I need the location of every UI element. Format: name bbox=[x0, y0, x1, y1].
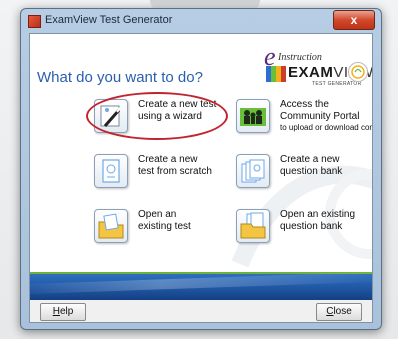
close-button[interactable]: Close bbox=[316, 303, 362, 321]
label-line: Open an existing bbox=[280, 209, 356, 220]
band-stripe bbox=[30, 271, 372, 295]
label-subtext: to upload or download content bbox=[280, 123, 373, 132]
lightbulb-icon bbox=[348, 62, 368, 82]
open-test-icon[interactable] bbox=[94, 209, 128, 243]
page-title: What do you want to do? bbox=[37, 69, 203, 86]
open-test-label[interactable]: Open an existing test bbox=[138, 209, 191, 233]
open-bank-label[interactable]: Open an existing question bank bbox=[280, 209, 355, 233]
help-mnemonic: H bbox=[52, 306, 60, 317]
help-button[interactable]: Help bbox=[40, 303, 86, 321]
window-title: ExamView Test Generator bbox=[45, 14, 173, 26]
label-line: test from scratch bbox=[138, 166, 212, 177]
window-close-button[interactable]: x bbox=[333, 10, 375, 30]
help-label: elp bbox=[59, 306, 74, 317]
create-bank-label[interactable]: Create a new question bank bbox=[280, 154, 342, 178]
create-scratch-label[interactable]: Create a new test from scratch bbox=[138, 154, 212, 178]
label-line: question bank bbox=[280, 166, 343, 177]
label-line: Create a new bbox=[138, 154, 198, 165]
new-test-icon[interactable] bbox=[94, 154, 128, 188]
highlight-circle bbox=[86, 92, 228, 140]
books-icon bbox=[266, 66, 286, 82]
community-portal-label[interactable]: Access the Community Portal to upload or… bbox=[280, 99, 373, 133]
label-line: Community Portal bbox=[280, 111, 360, 122]
people-icon[interactable] bbox=[236, 99, 270, 133]
examview-dialog: ExamView Test Generator x What do you wa… bbox=[20, 8, 382, 330]
open-bank-icon[interactable] bbox=[236, 209, 270, 243]
dialog-content: What do you want to do? e Instruction EX… bbox=[29, 33, 373, 323]
dialog-footer: Help Close bbox=[30, 300, 372, 322]
logo-instruction: Instruction bbox=[278, 52, 322, 63]
examview-logo: e Instruction EXAMVIEW TEST GENERATOR bbox=[262, 42, 372, 92]
label-line: question bank bbox=[280, 221, 343, 232]
label-line: Access the bbox=[280, 99, 329, 110]
new-bank-icon[interactable] bbox=[236, 154, 270, 188]
logo-exam: EXAM bbox=[288, 64, 334, 81]
title-bar[interactable]: ExamView Test Generator x bbox=[21, 9, 381, 33]
close-label: lose bbox=[333, 306, 352, 317]
label-line: Open an bbox=[138, 209, 177, 220]
app-icon bbox=[28, 15, 41, 28]
decorative-band bbox=[30, 271, 372, 300]
label-line: existing test bbox=[138, 221, 191, 232]
label-line: Create a new bbox=[280, 154, 340, 165]
